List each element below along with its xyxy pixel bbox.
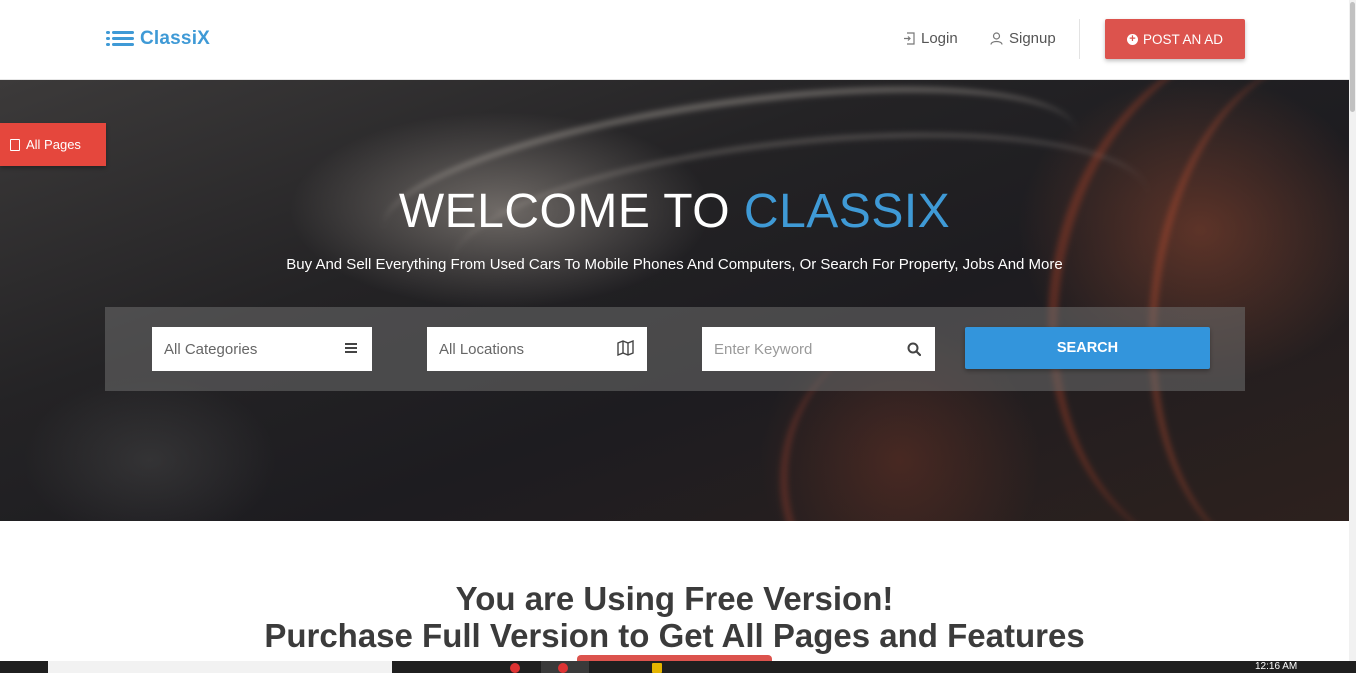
nav-divider (1079, 19, 1080, 59)
hero-section: All Pages WELCOME TO CLASSIX Buy And Sel… (0, 80, 1349, 521)
scroll-thumb[interactable] (1350, 2, 1355, 112)
category-select-value: All Categories (164, 340, 258, 358)
scrollbar[interactable] (1349, 0, 1356, 661)
signup-link[interactable]: Signup (990, 30, 1056, 47)
menu-icon (345, 343, 357, 353)
taskbar-search[interactable] (48, 661, 392, 673)
search-panel: All Categories All Locations Enter Keywo… (105, 307, 1245, 391)
user-icon (990, 32, 1003, 45)
promo-line-1: You are Using Free Version! (455, 580, 894, 617)
keyword-placeholder: Enter Keyword (714, 340, 813, 358)
search-icon (907, 342, 921, 357)
signup-label: Signup (1009, 30, 1056, 47)
hero-title: WELCOME TO CLASSIX (0, 184, 1349, 239)
logo-text: ClassiX (140, 28, 211, 49)
category-select[interactable]: All Categories (152, 327, 372, 371)
promo-line-2: Purchase Full Version to Get All Pages a… (264, 617, 1085, 654)
post-ad-label: POST AN AD (1142, 31, 1224, 47)
list-icon (106, 28, 135, 50)
hero-title-accent: CLASSIX (743, 185, 951, 238)
login-icon (904, 32, 915, 45)
document-icon (10, 138, 20, 151)
login-label: Login (921, 30, 958, 47)
keyword-input[interactable]: Enter Keyword (702, 327, 935, 371)
taskbar-indicator (577, 655, 772, 661)
app-icon[interactable] (510, 663, 520, 673)
page: ClassiX Login Signup + POST AN AD All Pa… (0, 0, 1356, 673)
hero-title-main: WELCOME TO (398, 185, 744, 238)
taskbar-clock: 12:16 AM (1255, 661, 1298, 672)
all-pages-label: All Pages (26, 137, 81, 152)
map-icon (617, 340, 634, 356)
browser-icon[interactable] (558, 663, 568, 673)
search-button[interactable]: SEARCH (965, 327, 1210, 369)
all-pages-tab[interactable]: All Pages (0, 123, 106, 166)
taskbar: 12:16 AM (0, 661, 1356, 673)
hero-subtitle: Buy And Sell Everything From Used Cars T… (286, 256, 1063, 273)
location-select[interactable]: All Locations (427, 327, 647, 371)
logo[interactable]: ClassiX (106, 28, 210, 50)
plus-circle-icon: + (1126, 33, 1138, 45)
post-ad-button[interactable]: + POST AN AD (1105, 19, 1245, 59)
folder-icon[interactable] (652, 663, 662, 673)
site-header: ClassiX Login Signup + POST AN AD (0, 0, 1349, 80)
login-link[interactable]: Login (903, 30, 958, 47)
location-select-value: All Locations (439, 340, 525, 358)
